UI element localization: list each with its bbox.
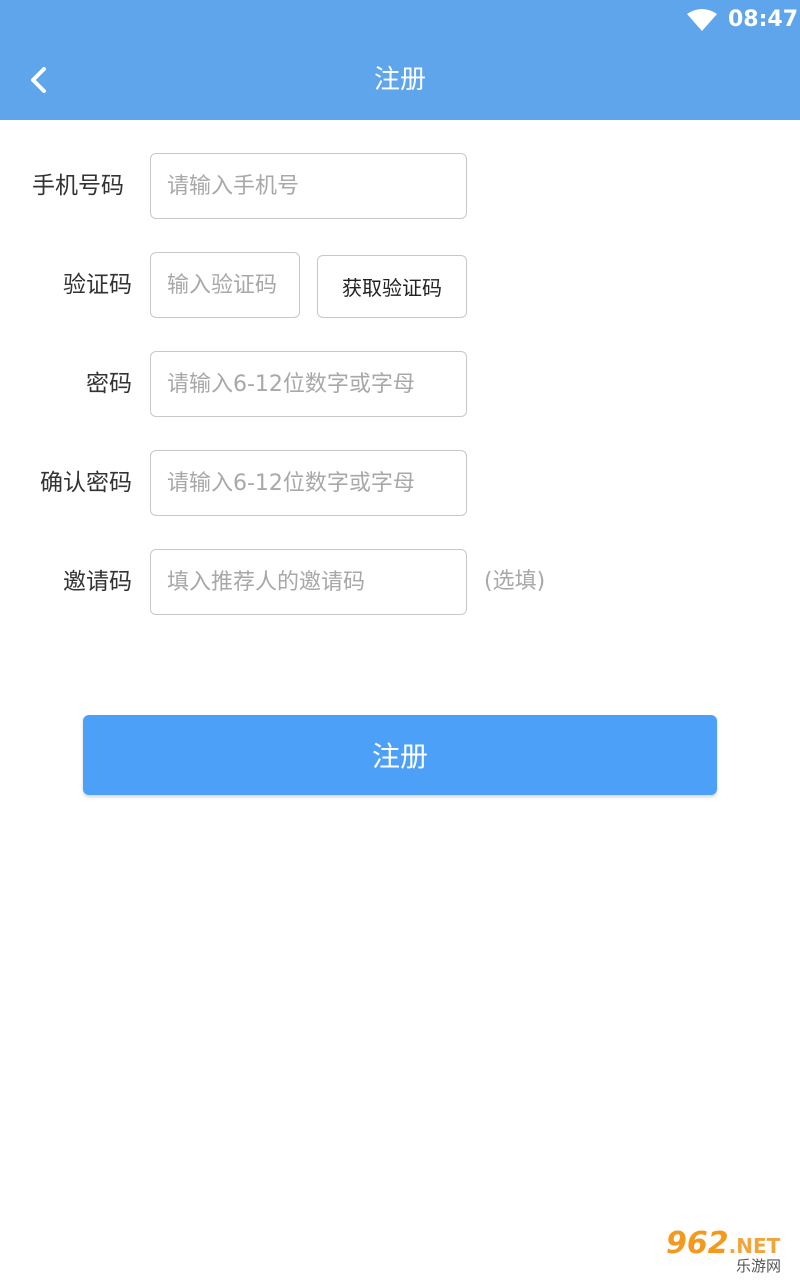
register-screen: 08:47 注册 手机号码 验证码 获取验证码 密码 确认密码 邀请码 (选填)… [0, 0, 800, 1280]
app-header: 08:47 注册 [0, 0, 800, 120]
watermark-logo: 962.NET 乐游网 [660, 1228, 794, 1276]
password-input[interactable] [150, 351, 467, 417]
verification-code-label: 验证码 [63, 272, 132, 298]
verification-code-row: 验证码 获取验证码 [0, 252, 800, 318]
watermark-subtitle: 乐游网 [736, 1257, 782, 1275]
wifi-icon [687, 9, 717, 31]
invite-code-input[interactable] [150, 549, 467, 615]
watermark-brand-suffix: .NET [728, 1234, 781, 1258]
phone-label: 手机号码 [32, 173, 124, 199]
verification-code-input[interactable] [150, 252, 300, 318]
page-title: 注册 [373, 65, 426, 95]
optional-hint: (选填) [484, 569, 546, 594]
confirm-password-label: 确认密码 [40, 470, 132, 496]
watermark-brand-number: 962 [666, 1226, 729, 1261]
get-verification-code-button[interactable]: 获取验证码 [317, 255, 467, 318]
password-row: 密码 [0, 351, 800, 417]
invite-code-row: 邀请码 (选填) [0, 549, 800, 615]
invite-code-label: 邀请码 [63, 569, 132, 595]
register-button[interactable]: 注册 [83, 715, 717, 795]
confirm-password-input[interactable] [150, 450, 467, 516]
back-button[interactable] [14, 52, 66, 108]
phone-row: 手机号码 [0, 153, 800, 219]
status-bar: 08:47 [0, 0, 800, 40]
confirm-password-row: 确认密码 [0, 450, 800, 516]
phone-input[interactable] [150, 153, 467, 219]
password-label: 密码 [86, 371, 132, 397]
chevron-left-icon [31, 67, 46, 93]
status-time: 08:47 [728, 7, 799, 32]
